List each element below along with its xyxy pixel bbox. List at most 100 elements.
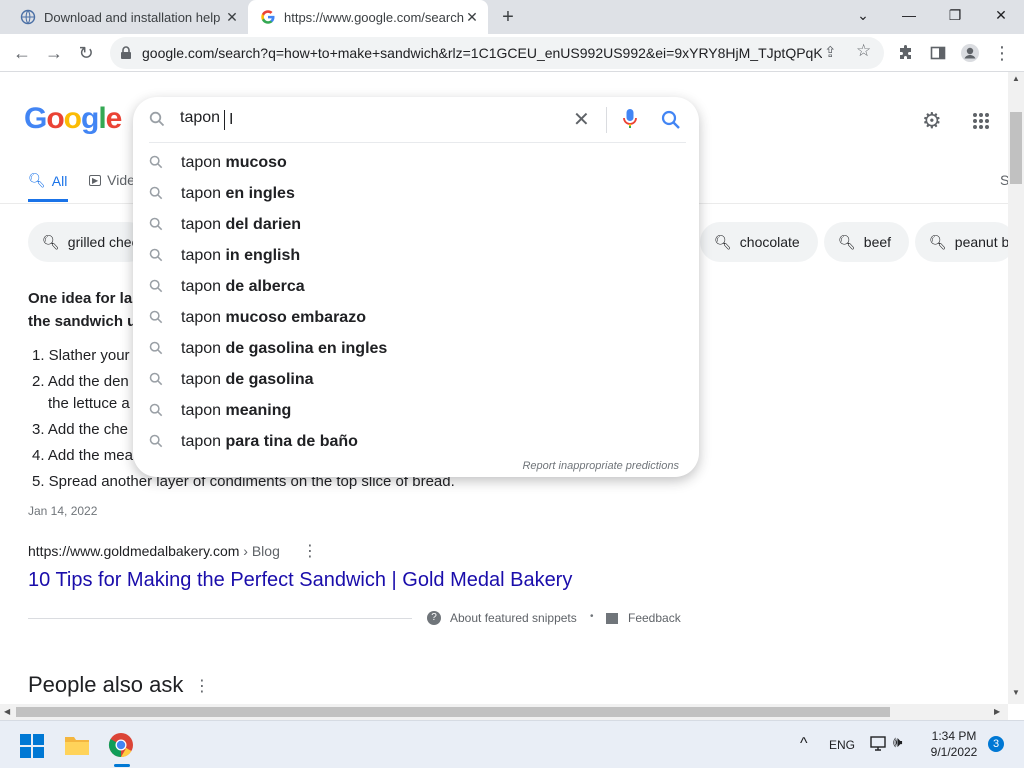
back-button[interactable]: ← bbox=[10, 41, 34, 65]
suggestion-item[interactable]: tapon para tina de baño bbox=[133, 426, 699, 457]
scroll-right-arrow-icon[interactable]: ▶ bbox=[994, 707, 1000, 716]
suggestion-item[interactable]: tapon mucoso embarazo bbox=[133, 302, 699, 333]
snippet-step: 1. Slather your bbox=[32, 347, 130, 364]
suggestion-prefix: tapon bbox=[181, 246, 226, 264]
suggestion-item[interactable]: tapon de alberca bbox=[133, 271, 699, 302]
more-options-icon[interactable]: ⋮ bbox=[194, 676, 210, 696]
result-title-link[interactable]: 10 Tips for Making the Perfect Sandwich … bbox=[28, 569, 572, 592]
extensions-puzzle-icon[interactable] bbox=[894, 41, 918, 65]
tab-title: Download and installation help bbox=[44, 9, 221, 25]
url-text[interactable]: google.com/search?q=how+to+make+sandwich… bbox=[142, 45, 822, 61]
minimize-button[interactable]: — bbox=[886, 0, 932, 30]
feedback-link[interactable]: Feedback bbox=[606, 611, 681, 625]
vertical-scroll-thumb[interactable] bbox=[1010, 112, 1022, 184]
notification-badge[interactable]: 3 bbox=[988, 736, 1004, 752]
suggestion-completion: del darien bbox=[225, 215, 302, 233]
network-icon[interactable] bbox=[870, 736, 888, 752]
google-apps-grid-icon[interactable] bbox=[972, 112, 990, 130]
clock-time: 1:34 PM bbox=[931, 729, 977, 743]
suggestion-item[interactable]: tapon en ingles bbox=[133, 178, 699, 209]
refine-chip[interactable]: 🔍︎ chocolate bbox=[700, 222, 818, 262]
chrome-menu-icon[interactable]: ⋮ bbox=[990, 41, 1014, 65]
suggestion-item[interactable]: tapon de gasolina en ingles bbox=[133, 333, 699, 364]
close-tab-icon[interactable]: ✕ bbox=[464, 9, 480, 25]
google-logo[interactable]: Google bbox=[24, 102, 122, 136]
suggestion-item[interactable]: tapon in english bbox=[133, 240, 699, 271]
search-icon bbox=[149, 341, 163, 355]
chrome-taskbar-icon[interactable] bbox=[108, 732, 134, 758]
more-options-icon[interactable]: ⋮ bbox=[302, 541, 318, 561]
report-predictions-link[interactable]: Report inappropriate predictions bbox=[522, 460, 679, 472]
vertical-scrollbar[interactable]: ▲ ▼ bbox=[1008, 72, 1024, 704]
restore-button[interactable]: ❐ bbox=[932, 0, 978, 30]
snippet-heading-line: One idea for la bbox=[28, 290, 133, 307]
clock[interactable]: 1:34 PM 9/1/2022 bbox=[928, 729, 980, 759]
suggestion-item[interactable]: tapon del darien bbox=[133, 209, 699, 240]
search-icon bbox=[149, 217, 163, 231]
address-bar[interactable]: google.com/search?q=how+to+make+sandwich… bbox=[110, 37, 884, 69]
suggestion-prefix: tapon bbox=[181, 215, 226, 233]
clear-search-icon[interactable]: ✕ bbox=[573, 107, 590, 132]
tab-search-chevron-icon[interactable]: ⌄ bbox=[840, 0, 886, 30]
refine-chip[interactable]: 🔍︎ peanut bu bbox=[915, 222, 1017, 262]
suggestion-completion: in english bbox=[225, 246, 301, 264]
close-window-button[interactable]: ✕ bbox=[978, 0, 1024, 30]
suggestion-item[interactable]: tapon mucoso bbox=[133, 147, 699, 178]
search-icon bbox=[149, 111, 165, 127]
profile-avatar-icon[interactable] bbox=[958, 41, 982, 65]
tab-download-help[interactable]: Download and installation help ✕ bbox=[8, 0, 248, 34]
snippet-step-continued: the lettuce a bbox=[48, 395, 130, 412]
volume-icon[interactable]: 🕪︎ bbox=[893, 734, 902, 751]
search-icon: 🔍︎ bbox=[28, 172, 46, 188]
microphone-icon[interactable] bbox=[623, 108, 637, 130]
chip-label: beef bbox=[863, 234, 892, 250]
settings-gear-icon[interactable]: ⚙ bbox=[922, 108, 942, 134]
tab-videos[interactable]: ▶ Vide bbox=[89, 172, 135, 188]
search-icon bbox=[149, 434, 163, 448]
reload-button[interactable]: ↻ bbox=[74, 41, 98, 65]
lock-icon[interactable] bbox=[120, 46, 132, 60]
suggestion-prefix: tapon bbox=[181, 277, 226, 295]
forward-button[interactable]: → bbox=[42, 41, 66, 65]
suggestion-item[interactable]: tapon de gasolina bbox=[133, 364, 699, 395]
share-icon[interactable]: ⇪ bbox=[824, 43, 837, 61]
suggestion-item[interactable]: tapon meaning bbox=[133, 395, 699, 426]
show-hidden-icons-chevron-icon[interactable]: ^ bbox=[800, 735, 808, 753]
help-globe-icon bbox=[20, 9, 36, 25]
scroll-down-arrow-icon[interactable]: ▼ bbox=[1012, 688, 1020, 697]
file-explorer-icon[interactable] bbox=[64, 734, 90, 756]
result-source[interactable]: https://www.goldmedalbakery.com › Blog bbox=[28, 543, 280, 559]
refine-chip[interactable]: 🔍︎ beef bbox=[824, 222, 910, 262]
video-icon: ▶ bbox=[89, 174, 102, 186]
side-panel-icon[interactable] bbox=[926, 41, 950, 65]
about-featured-snippets[interactable]: ? About featured snippets bbox=[427, 611, 577, 625]
suggestion-completion: de gasolina bbox=[225, 370, 314, 388]
chip-label: grilled chee bbox=[67, 234, 140, 250]
tab-all[interactable]: 🔍︎ All bbox=[28, 172, 67, 189]
horizontal-scroll-thumb[interactable] bbox=[16, 707, 890, 717]
suggestion-prefix: tapon bbox=[181, 370, 226, 388]
windows-start-icon[interactable] bbox=[20, 734, 44, 758]
suggestion-prefix: tapon bbox=[181, 153, 226, 171]
snippet-heading-line: the sandwich u bbox=[28, 313, 137, 330]
snippet-step: 3. Add the che bbox=[32, 421, 128, 438]
scroll-up-arrow-icon[interactable]: ▲ bbox=[1012, 74, 1020, 83]
search-icon bbox=[149, 310, 163, 324]
google-g-icon bbox=[261, 10, 275, 24]
google-search-icon[interactable] bbox=[661, 110, 681, 130]
suggestions-separator bbox=[149, 142, 686, 143]
close-tab-icon[interactable]: ✕ bbox=[224, 9, 240, 25]
input-language[interactable]: ENG bbox=[829, 738, 855, 752]
tab-all-label: All bbox=[51, 172, 68, 189]
search-input[interactable]: tapon bbox=[180, 109, 220, 127]
scroll-left-arrow-icon[interactable]: ◀ bbox=[4, 707, 10, 716]
snippet-step: 2. Add the den bbox=[32, 373, 129, 390]
refine-chip[interactable]: 🔍︎ grilled chee bbox=[28, 222, 148, 262]
horizontal-scrollbar[interactable]: ◀ ▶ bbox=[0, 704, 1008, 720]
suggestion-completion: meaning bbox=[225, 401, 292, 419]
tab-google-search[interactable]: https://www.google.com/search? ✕ bbox=[248, 0, 488, 34]
tab-title: https://www.google.com/search? bbox=[284, 9, 464, 25]
new-tab-button[interactable]: + bbox=[498, 7, 518, 27]
suggestion-completion: para tina de baño bbox=[225, 432, 358, 450]
bookmark-star-icon[interactable]: ☆ bbox=[856, 41, 871, 61]
